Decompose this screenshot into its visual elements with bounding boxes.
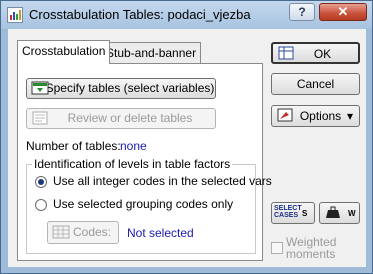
specify-tables-button[interactable]: Specify tables (select variables) [26,78,216,99]
codes-value: Not selected [127,226,194,240]
radio-selected-codes-label: Use selected grouping codes only [53,197,234,211]
radio-integer-codes[interactable] [35,176,47,188]
dialog-client: Crosstabulation Stub-and-banner Specify … [8,29,366,267]
options-icon [276,108,294,122]
title-bar[interactable]: Crosstabulation Tables: podaci_vjezba ? … [1,1,372,29]
codes-label: Codes: [72,225,112,239]
help-button[interactable]: ? [289,3,315,21]
select-cases-s: S [302,209,308,218]
select-cases-button[interactable]: SELECT CASES S [271,202,315,224]
cancel-label: Cancel [296,77,335,91]
identification-group: Use all integer codes in the selected va… [26,164,272,254]
weighted-moments-label: Weighted moments [286,236,336,260]
codes-grid-icon [52,225,70,239]
tab-panel: Specify tables (select variables) Review… [17,63,272,261]
ok-label: OK [313,47,332,61]
weight-button[interactable]: W [319,202,360,224]
ok-table-icon [277,46,295,60]
select-cases-label: SELECT CASES [274,205,302,219]
review-tables-label: Review or delete tables [67,111,193,125]
radio-selected-dot [38,179,44,185]
window-title: Crosstabulation Tables: podaci_vjezba [29,7,251,22]
tab-crosstabulation[interactable]: Crosstabulation [17,40,111,64]
group-title: Identification of levels in table factor… [32,157,233,171]
weight-w: W [348,209,356,218]
number-of-tables-value: none [120,139,147,153]
weighted-label-2: moments [286,247,336,261]
radio-selected-codes[interactable] [35,199,47,211]
weighted-moments-checkbox[interactable] [271,242,283,254]
app-chart-icon [7,7,23,23]
review-tables-icon [31,111,49,125]
ok-button[interactable]: OK [271,42,360,64]
review-delete-tables-button[interactable]: Review or delete tables [26,108,216,129]
cancel-button[interactable]: Cancel [271,73,360,95]
radio-integer-codes-label: Use all integer codes in the selected va… [53,174,272,188]
codes-button[interactable]: Codes: [47,221,119,244]
dialog-window: Crosstabulation Tables: podaci_vjezba ? … [0,0,373,274]
specify-tables-label: Specify tables (select variables) [45,81,215,95]
specify-variables-icon [31,81,49,95]
number-of-tables-label: Number of tables: [26,139,121,153]
tab-stub-and-banner[interactable]: Stub-and-banner [101,42,202,63]
options-label: Options [299,109,342,123]
dropdown-arrow-icon: ▾ [346,109,353,123]
options-button[interactable]: Options ▾ [271,105,360,127]
weight-icon [324,206,342,222]
close-button[interactable]: ✕ [319,3,367,21]
